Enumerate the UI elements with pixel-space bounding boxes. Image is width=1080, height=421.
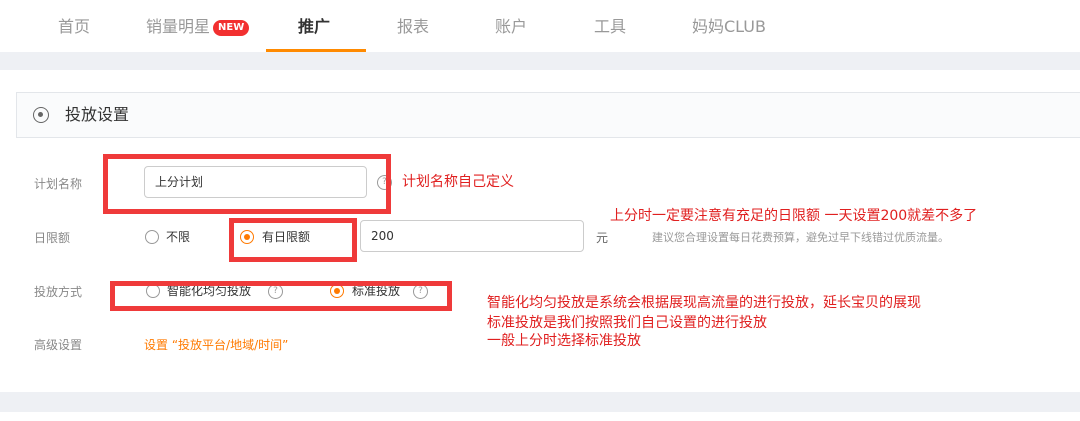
- next-panel-edge: [0, 412, 1080, 421]
- annotation-delivery-line3: 一般上分时选择标准投放: [487, 333, 641, 349]
- advanced-settings-label: 高级设置: [34, 338, 83, 352]
- currency-unit: 元: [596, 231, 609, 245]
- nav-tab-account[interactable]: 账户: [495, 17, 527, 37]
- annotation-daily-limit: 上分时一定要注意有充足的日限额 一天设置200就差不多了: [610, 208, 978, 224]
- nav-tab-mama-club[interactable]: 妈妈CLUB: [692, 17, 766, 37]
- nav-tab-sales-star[interactable]: 销量明星 NEW: [146, 17, 250, 37]
- top-nav: 首页 销量明星 NEW 推广 报表 账户 工具 妈妈CLUB: [0, 0, 1080, 52]
- nav-tab-home[interactable]: 首页: [58, 17, 90, 37]
- advanced-settings-link[interactable]: 设置 “投放平台/地域/时间”: [144, 337, 288, 353]
- daily-limit-label: 日限额: [34, 231, 71, 245]
- target-icon: [33, 107, 49, 123]
- daily-limit-input[interactable]: 200: [360, 220, 584, 252]
- nav-tab-promotion[interactable]: 推广: [298, 17, 330, 37]
- highlight-box-plan-name: [103, 154, 391, 214]
- highlight-box-delivery: [110, 281, 452, 311]
- radio-unlimited-label: 不限: [166, 230, 191, 244]
- nav-tab-reports[interactable]: 报表: [397, 17, 429, 37]
- panel-header[interactable]: 投放设置: [16, 92, 1080, 138]
- annotation-delivery-line2: 标准投放是我们按照我们自己设置的进行投放: [487, 315, 767, 331]
- new-badge: NEW: [213, 20, 250, 36]
- annotation-plan-name: 计划名称自己定义: [402, 174, 514, 190]
- bottom-band: [0, 392, 1080, 421]
- plan-name-label: 计划名称: [34, 177, 83, 191]
- section-gap: [0, 52, 1080, 70]
- highlight-box-daily-limit: [229, 218, 357, 262]
- delivery-settings-panel: 投放设置 计划名称 上分计划 ? 计划名称自己定义 日限额 不限 有日限额 20…: [0, 70, 1080, 392]
- panel-title: 投放设置: [65, 105, 130, 124]
- radio-unlimited[interactable]: [145, 230, 159, 244]
- daily-limit-hint: 建议您合理设置每日花费预算，避免过早下线错过优质流量。: [652, 231, 949, 244]
- nav-tab-sales-star-label: 销量明星: [146, 17, 211, 36]
- annotation-delivery-line1: 智能化均匀投放是系统会根据展现高流量的进行投放，延长宝贝的展现: [487, 295, 921, 311]
- delivery-method-label: 投放方式: [34, 285, 83, 299]
- nav-tab-tools[interactable]: 工具: [594, 17, 626, 37]
